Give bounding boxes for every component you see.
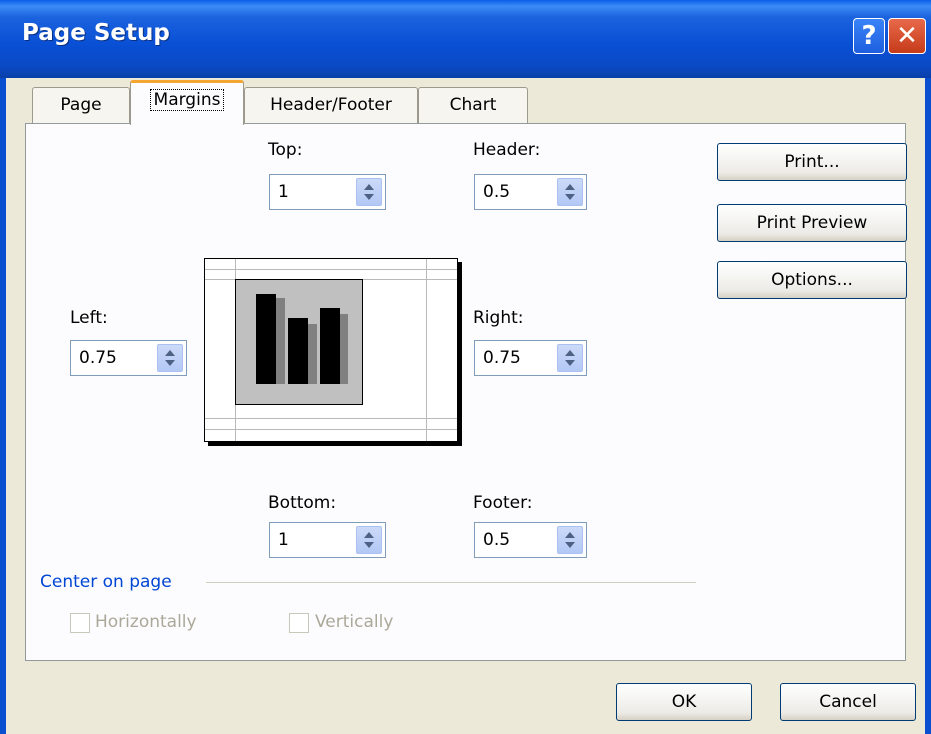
preview-chart-icon [235,279,363,405]
tab-header-footer-label: Header/Footer [270,95,392,115]
top-value: 1 [278,182,289,202]
top-spin-arrows-icon[interactable] [356,178,382,206]
tab-page[interactable]: Page [32,87,130,123]
footer-value: 0.5 [483,530,511,550]
footer-spin-arrows-icon[interactable] [557,526,583,554]
tab-margins-label: Margins [149,89,225,111]
vertically-label: Vertically [315,612,394,632]
center-on-page-label: Center on page [40,572,172,592]
right-spinner[interactable]: 0.75 [474,340,587,376]
header-label: Header: [473,140,541,160]
right-value: 0.75 [483,348,521,368]
close-button[interactable]: ✕ [888,18,926,54]
left-value: 0.75 [79,348,117,368]
title-bar[interactable]: Page Setup ? ✕ [0,0,931,78]
horizontally-checkbox[interactable] [70,613,90,633]
bottom-label: Bottom: [268,493,337,513]
footer-label: Footer: [473,493,533,513]
tab-header-footer[interactable]: Header/Footer [244,87,418,123]
window-title: Page Setup [22,20,170,46]
vertically-checkbox[interactable] [289,613,309,633]
preview-right-margin-line [426,259,427,441]
ok-button[interactable]: OK [616,683,752,721]
header-spin-arrows-icon[interactable] [557,178,583,206]
right-label: Right: [473,308,524,328]
top-spinner[interactable]: 1 [269,174,386,210]
left-label: Left: [70,308,108,328]
options-button[interactable]: Options... [717,261,907,299]
print-button[interactable]: Print... [717,143,907,181]
window-frame-right [925,78,931,734]
preview-header-line [205,269,457,270]
left-spinner[interactable]: 0.75 [70,340,187,376]
help-button[interactable]: ? [853,18,885,54]
bottom-value: 1 [278,530,289,550]
top-label: Top: [268,140,303,160]
right-spin-arrows-icon[interactable] [557,344,583,372]
window-frame-left [0,78,6,734]
center-on-page-divider [206,582,696,583]
tab-chart-label: Chart [449,95,497,115]
header-value: 0.5 [483,182,511,202]
cancel-button[interactable]: Cancel [780,683,916,721]
horizontally-label: Horizontally [95,612,197,632]
preview-footer-line [205,429,457,430]
left-spin-arrows-icon[interactable] [157,344,183,372]
bottom-spinner[interactable]: 1 [269,522,386,558]
tab-page-label: Page [60,95,102,115]
footer-spinner[interactable]: 0.5 [474,522,587,558]
margin-preview [204,258,458,442]
print-preview-button[interactable]: Print Preview [717,204,907,242]
tab-margins[interactable]: Margins [130,80,244,125]
bottom-spin-arrows-icon[interactable] [356,526,382,554]
preview-bottom-margin-line [205,418,457,419]
header-spinner[interactable]: 0.5 [474,174,587,210]
tab-chart[interactable]: Chart [418,87,528,123]
